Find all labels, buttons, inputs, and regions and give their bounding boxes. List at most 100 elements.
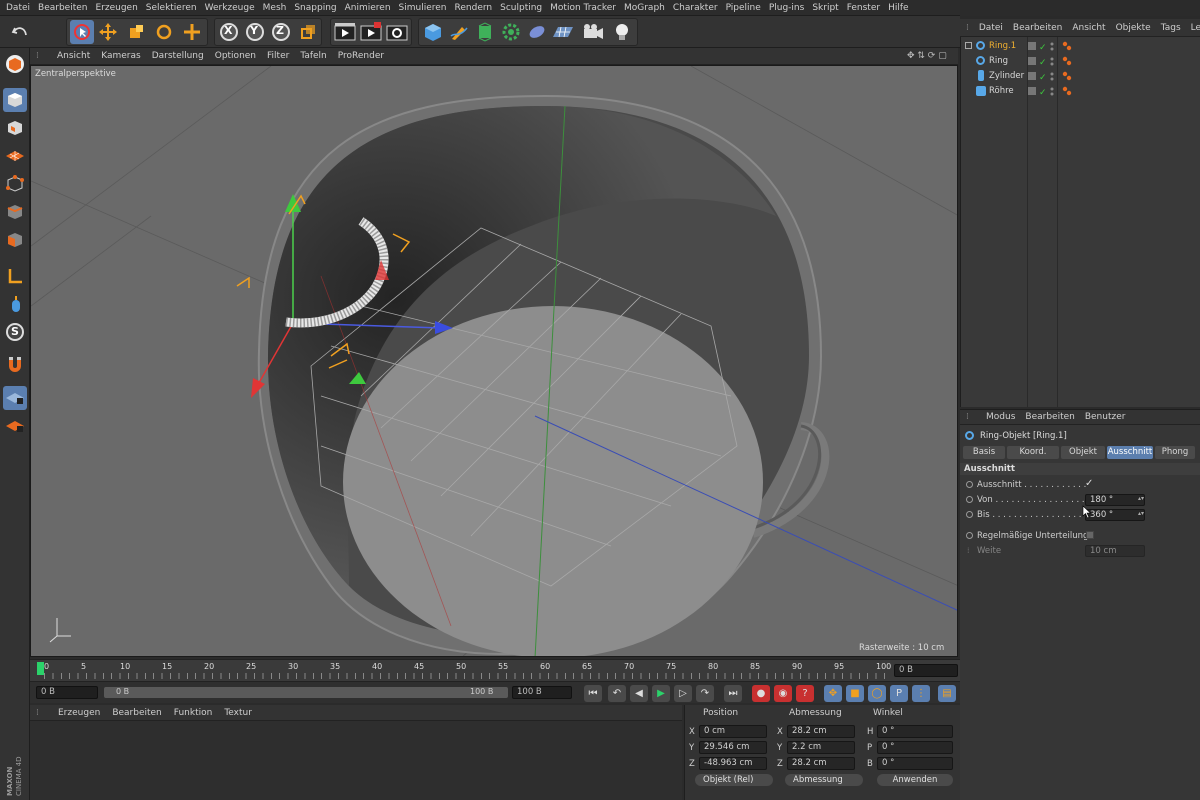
viewport-menu-ansicht[interactable]: Ansicht	[57, 51, 90, 61]
snap-icon[interactable]: S	[3, 320, 27, 344]
menu-werkzeuge[interactable]: Werkzeuge	[203, 3, 261, 13]
next-key-icon[interactable]: ↷	[696, 685, 714, 702]
animate-dot-icon[interactable]	[966, 532, 973, 539]
visibility-toggles[interactable]: ✓	[1028, 41, 1056, 53]
y-axis-lock-icon[interactable]: Y	[243, 20, 267, 44]
stepper-icon[interactable]: ▴▾	[1138, 495, 1144, 502]
timeline-menu-icon[interactable]: ▤	[938, 685, 956, 702]
key-scale-icon[interactable]: ■	[846, 685, 864, 702]
menu-pipeline[interactable]: Pipeline	[724, 3, 767, 13]
tab-basis[interactable]: Basis	[963, 446, 1005, 459]
subdivision-icon[interactable]	[473, 20, 497, 44]
material-area[interactable]	[30, 721, 682, 800]
object-menu-tags[interactable]: Tags	[1161, 23, 1181, 33]
render-picture-viewer-icon[interactable]	[359, 20, 383, 44]
key-pla-icon[interactable]: ⋮	[912, 685, 930, 702]
size-y-field[interactable]: 2.2 cm	[787, 741, 855, 754]
viewport-menu-filter[interactable]: Filter	[267, 51, 289, 61]
object-row-ring1[interactable]: Ring.1 ✓	[961, 39, 1200, 54]
model-mode-icon[interactable]	[3, 88, 27, 112]
viewport-3d[interactable]: Zentralperspektive Rasterweite : 10 cm	[30, 65, 958, 657]
object-row-roehre[interactable]: Röhre ✓	[961, 84, 1200, 99]
menu-mesh[interactable]: Mesh	[261, 3, 293, 13]
previous-key-icon[interactable]: ↶	[608, 685, 626, 702]
rot-b-field[interactable]: 0 °	[877, 757, 953, 770]
undo-icon[interactable]	[8, 20, 32, 44]
visibility-toggles[interactable]: ✓	[1028, 56, 1056, 68]
range-slider[interactable]: 0 B 100 B	[104, 687, 508, 698]
timeline-playhead[interactable]	[37, 662, 44, 675]
workplane-mode-icon[interactable]	[3, 144, 27, 168]
previous-frame-icon[interactable]: ◀	[630, 685, 648, 702]
deformer-icon[interactable]	[525, 20, 549, 44]
key-parameter-icon[interactable]: P	[890, 685, 908, 702]
timeline-ruler[interactable]: 0 5 10 15 20 25 30 35 40 45 50 55 60 65 …	[30, 659, 960, 681]
regular-subdivision-checkbox[interactable]	[1086, 531, 1094, 539]
von-field[interactable]: 180 °	[1085, 494, 1145, 506]
menu-animieren[interactable]: Animieren	[343, 3, 397, 13]
visibility-toggles[interactable]: ✓	[1028, 71, 1056, 83]
z-axis-lock-icon[interactable]: Z	[269, 20, 293, 44]
viewport-menu-kameras[interactable]: Kameras	[101, 51, 140, 61]
phong-tag-icon[interactable]	[1062, 41, 1072, 51]
tab-koord[interactable]: Koord.	[1007, 446, 1059, 459]
pos-z-field[interactable]: -48.963 cm	[699, 757, 767, 770]
go-to-start-icon[interactable]: ⏮	[584, 685, 602, 702]
menu-motion-tracker[interactable]: Motion Tracker	[548, 3, 622, 13]
apply-button[interactable]: Anwenden	[877, 774, 953, 786]
menu-snapping[interactable]: Snapping	[292, 3, 342, 13]
stepper-icon[interactable]: ▴▾	[1138, 510, 1144, 517]
object-menu-bearbeiten[interactable]: Bearbeiten	[1013, 23, 1062, 33]
edges-mode-icon[interactable]	[3, 200, 27, 224]
start-frame-field[interactable]: 0 B	[36, 686, 98, 699]
pos-y-field[interactable]: 29.546 cm	[699, 741, 767, 754]
points-mode-icon[interactable]	[3, 172, 27, 196]
current-frame-field[interactable]: 0 B	[894, 664, 958, 677]
light-icon[interactable]	[610, 20, 634, 44]
viewport-menu-tafeln[interactable]: Tafeln	[300, 51, 326, 61]
viewport-menu-optionen[interactable]: Optionen	[215, 51, 256, 61]
menu-bearbeiten[interactable]: Bearbeiten	[36, 3, 93, 13]
viewport-nav-icons[interactable]: ✥ ⇅ ⟳ ▢	[907, 51, 947, 61]
viewport-menu-darstellung[interactable]: Darstellung	[152, 51, 204, 61]
object-row-ring[interactable]: Ring ✓	[961, 54, 1200, 69]
key-position-icon[interactable]: ✥	[824, 685, 842, 702]
material-menu-erzeugen[interactable]: Erzeugen	[58, 708, 100, 718]
menu-mograph[interactable]: MoGraph	[622, 3, 671, 13]
polygons-mode-icon[interactable]	[3, 228, 27, 252]
object-menu-objekte[interactable]: Objekte	[1116, 23, 1151, 33]
animate-dot-icon[interactable]	[966, 511, 973, 518]
material-menu-funktion[interactable]: Funktion	[174, 708, 213, 718]
render-settings-icon[interactable]	[385, 20, 409, 44]
menu-selektieren[interactable]: Selektieren	[144, 3, 203, 13]
rot-p-field[interactable]: 0 °	[877, 741, 953, 754]
camera-icon[interactable]	[581, 20, 605, 44]
menu-datei[interactable]: Datei	[4, 3, 36, 13]
recent-tool-icon[interactable]	[180, 20, 204, 44]
tab-phong[interactable]: Phong	[1155, 446, 1195, 459]
menu-fenster[interactable]: Fenster	[845, 3, 886, 13]
attribute-menu-benutzer[interactable]: Benutzer	[1085, 412, 1126, 422]
object-menu-datei[interactable]: Datei	[979, 23, 1003, 33]
axis-mode-icon[interactable]	[3, 264, 27, 288]
attribute-menu-modus[interactable]: Modus	[986, 412, 1015, 422]
pen-spline-icon[interactable]	[447, 20, 471, 44]
ausschnitt-checkbox[interactable]: ✓	[1085, 478, 1093, 489]
menu-rendern[interactable]: Rendern	[453, 3, 499, 13]
bis-field[interactable]: 360 °	[1085, 509, 1145, 521]
pos-x-field[interactable]: 0 cm	[699, 725, 767, 738]
magnet-icon[interactable]	[3, 352, 27, 376]
phong-tag-icon[interactable]	[1062, 71, 1072, 81]
size-mode-dropdown[interactable]: Abmessung	[785, 774, 863, 786]
keyframe-selection-icon[interactable]: ?	[796, 685, 814, 702]
tweak-mode-icon[interactable]	[3, 292, 27, 316]
attribute-menu-bearbeiten[interactable]: Bearbeiten	[1025, 412, 1074, 422]
menu-hilfe[interactable]: Hilfe	[886, 3, 914, 13]
make-editable-icon[interactable]	[3, 52, 27, 76]
coordinate-system-icon[interactable]	[296, 20, 320, 44]
tab-objekt[interactable]: Objekt	[1061, 446, 1105, 459]
object-menu-lesezeichen[interactable]: Lesezeic	[1191, 23, 1200, 33]
phong-tag-icon[interactable]	[1062, 86, 1072, 96]
animate-dot-icon[interactable]	[966, 481, 973, 488]
menu-sculpting[interactable]: Sculpting	[498, 3, 548, 13]
